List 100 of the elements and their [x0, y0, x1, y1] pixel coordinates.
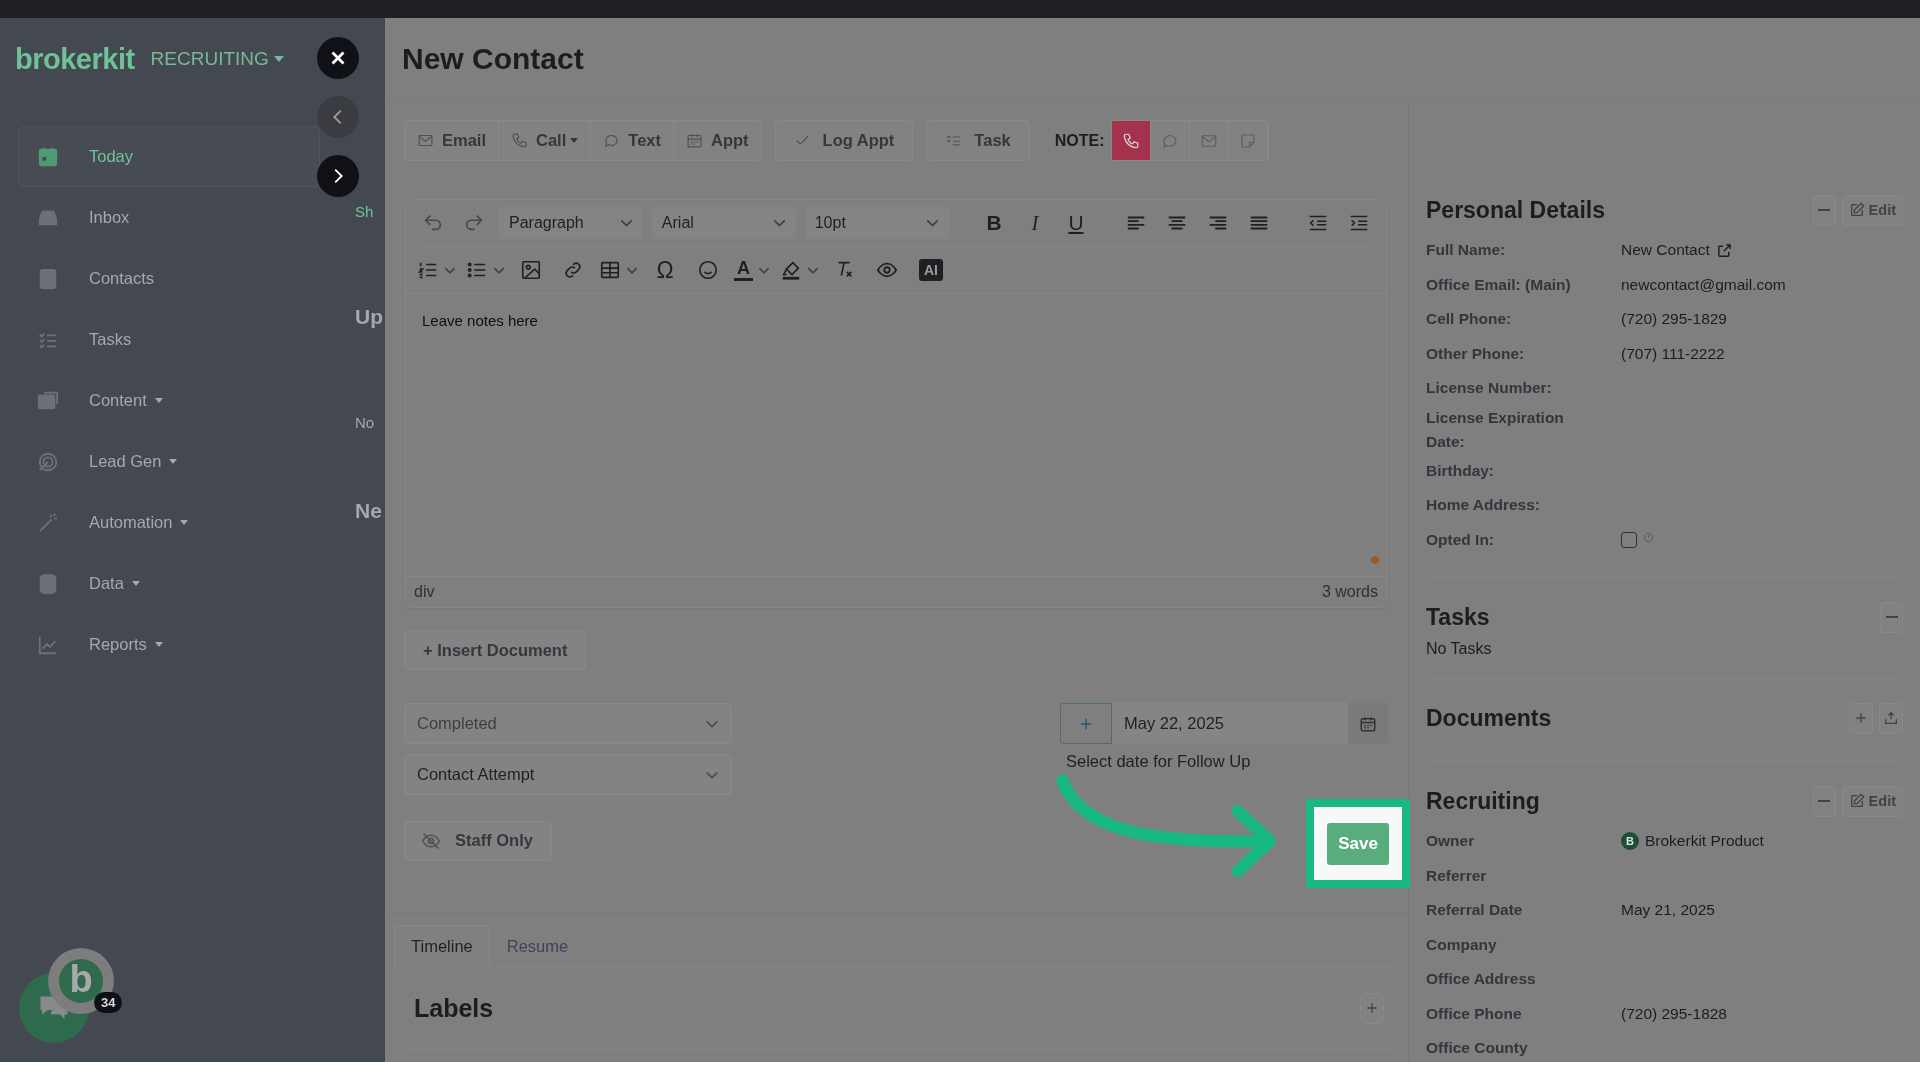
sidebar-item[interactable]: Lead Gen: [18, 431, 320, 492]
date-field[interactable]: May 22, 2025: [1112, 703, 1348, 744]
note-text[interactable]: Leave notes here: [422, 312, 1370, 329]
edit-button[interactable]: Edit: [1841, 785, 1903, 817]
empty-message: No Tasks: [1426, 640, 1493, 658]
format-button[interactable]: B: [977, 206, 1010, 240]
external-link-icon[interactable]: [1715, 241, 1733, 259]
calendar-button[interactable]: [1348, 703, 1388, 744]
sidebar-item[interactable]: Reports: [18, 614, 320, 675]
chevron-icon: [619, 219, 633, 227]
background-text: Up: [355, 305, 384, 329]
add-document-button[interactable]: [1849, 702, 1873, 734]
save-button[interactable]: Save: [1327, 822, 1389, 865]
field-label: Other Phone:: [1426, 343, 1526, 364]
field-label: Office County: [1426, 1038, 1529, 1059]
image-icon: [520, 259, 542, 281]
contact-card-icon: [37, 267, 59, 290]
plus-icon: [1853, 710, 1869, 726]
action-button[interactable]: Appt: [674, 121, 761, 160]
sidebar-item[interactable]: Automation: [18, 492, 320, 553]
field-label: Opted In:: [1426, 529, 1496, 550]
tab[interactable]: Resume: [489, 925, 586, 967]
sidebar-item[interactable]: Inbox: [18, 187, 320, 248]
plus-icon: [1364, 1000, 1380, 1016]
field-value: (707) 111-2222: [1621, 344, 1725, 363]
format-button[interactable]: U: [1059, 206, 1092, 240]
upload-button[interactable]: [1879, 702, 1903, 734]
sidebar-item[interactable]: Content: [18, 370, 320, 431]
add-label-button[interactable]: [1360, 992, 1384, 1024]
magic-wand-icon: [37, 511, 59, 534]
caret-icon: [154, 398, 163, 403]
caret-icon: [154, 642, 163, 647]
background-text: Sh: [355, 203, 375, 220]
status-select[interactable]: Completed: [404, 703, 732, 744]
note-label: NOTE:: [1054, 131, 1105, 150]
action-button[interactable]: Call: [499, 121, 592, 160]
action-button[interactable]: Log Appt: [775, 121, 913, 160]
collapse-button[interactable]: [1812, 194, 1836, 226]
section-heading: Documents: [1426, 704, 1552, 732]
database-icon: [37, 572, 59, 595]
calendar-icon: [1359, 714, 1377, 733]
brokerkit-logo[interactable]: brokerkit: [15, 42, 135, 76]
chat-bubble-icon: [603, 132, 621, 149]
field-label: Office Address: [1426, 969, 1537, 990]
upload-icon: [1883, 710, 1899, 726]
chevron-icon: [705, 719, 719, 728]
field-value: (720) 295-1829: [1621, 310, 1727, 329]
caret-icon: [169, 459, 178, 464]
envelope-icon: [417, 132, 434, 149]
field-label: License Number:: [1426, 378, 1553, 399]
field-value: May 21, 2025: [1621, 901, 1715, 920]
sidebar-item[interactable]: Contacts: [18, 248, 320, 309]
collapse-button[interactable]: [1812, 785, 1836, 817]
edit-button[interactable]: Edit: [1841, 194, 1903, 226]
block-format-select[interactable]: Paragraph: [499, 207, 643, 239]
note-type-button[interactable]: [1111, 121, 1151, 160]
text-color-button[interactable]: A: [734, 253, 770, 287]
collapse-button[interactable]: [1880, 601, 1903, 633]
field-label: Office Phone: [1426, 1003, 1523, 1024]
section-heading: Tasks: [1426, 603, 1490, 631]
sticky-note-icon: [1238, 131, 1257, 150]
special-character-button[interactable]: Ω: [648, 253, 682, 287]
checkbox[interactable]: [1621, 531, 1637, 548]
field-label: Owner: [1426, 831, 1476, 852]
format-button[interactable]: I: [1018, 206, 1051, 240]
images-icon: [37, 389, 59, 412]
font-select[interactable]: Arial: [651, 207, 796, 239]
background-text: Ne: [355, 499, 383, 523]
minus-icon: [1885, 616, 1898, 618]
target-icon: [37, 450, 59, 473]
avatar: B: [1621, 832, 1639, 851]
field-label: Company: [1426, 934, 1498, 955]
edit-icon: [1848, 202, 1865, 218]
tab[interactable]: Timeline: [394, 925, 490, 967]
type-select[interactable]: Contact Attempt: [404, 754, 732, 795]
insert-document-button[interactable]: + Insert Document: [404, 630, 587, 670]
smiley-icon: [697, 259, 719, 281]
status-dot: [1371, 556, 1379, 564]
field-label: Full Name:: [1426, 240, 1507, 261]
workspace-switcher[interactable]: RECRUITING: [150, 48, 284, 70]
staff-only-button[interactable]: Staff Only: [404, 820, 552, 861]
chevron-icon: [807, 266, 819, 274]
caret-icon: [180, 520, 189, 525]
phone-icon: [511, 132, 529, 149]
minus-icon: [1818, 800, 1831, 802]
sidebar-item[interactable]: Today: [18, 126, 320, 187]
minus-icon: [1818, 209, 1831, 211]
action-button[interactable]: Text: [591, 121, 674, 160]
font-size-select[interactable]: 10pt: [804, 207, 949, 239]
drawer-title: New Contact: [402, 42, 584, 76]
caret-icon: [273, 56, 284, 62]
close-button[interactable]: [317, 37, 359, 79]
next-button[interactable]: [317, 155, 359, 197]
ai-button[interactable]: AI: [919, 259, 943, 281]
contact-name: New Contact: [1621, 241, 1710, 260]
sidebar-item[interactable]: Data: [18, 553, 320, 614]
sidebar-item[interactable]: Tasks: [18, 309, 320, 370]
field-label: Referrer: [1426, 865, 1488, 886]
action-button[interactable]: Task: [927, 121, 1029, 160]
action-button[interactable]: Email: [405, 121, 500, 160]
